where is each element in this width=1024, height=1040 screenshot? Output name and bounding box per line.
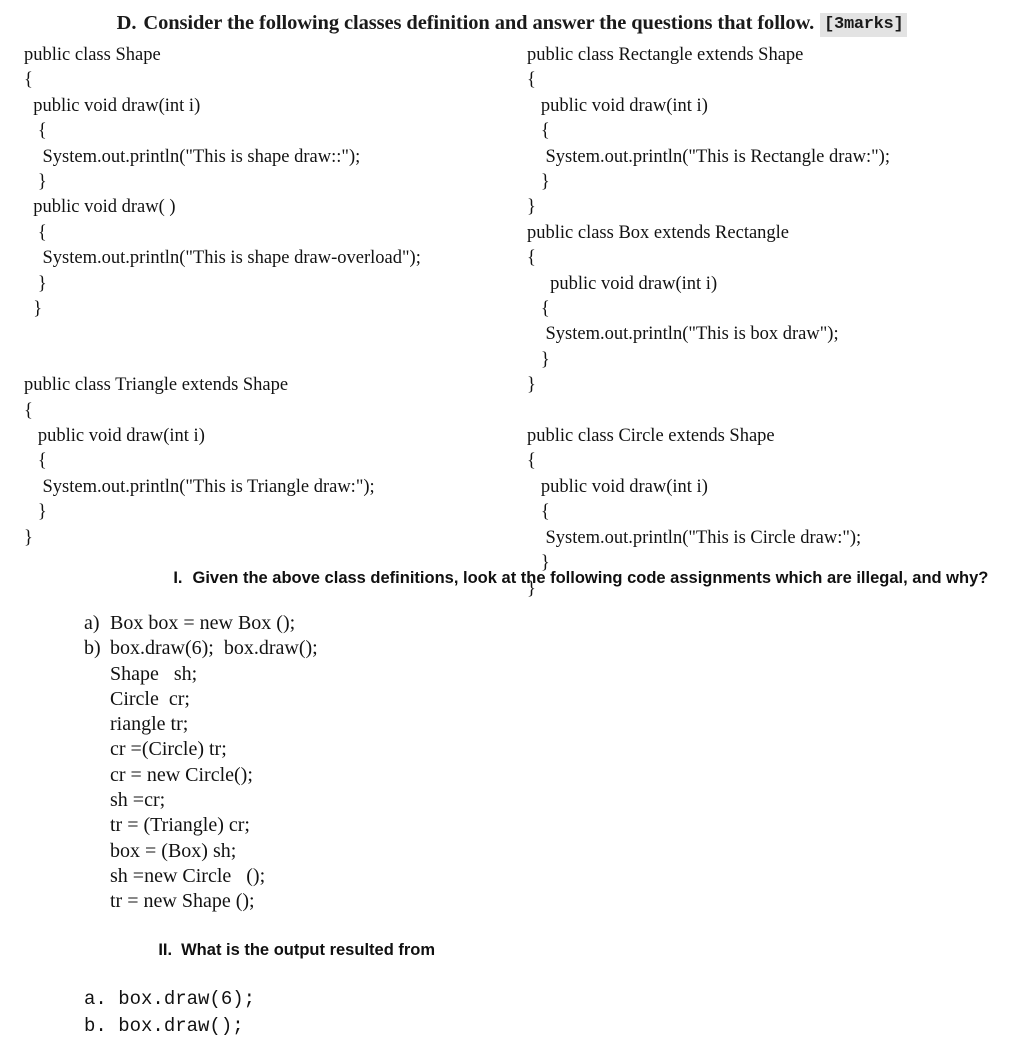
list-item: a) Box box = new Box (); [84, 611, 1024, 636]
code-line: System.out.println("This is Triangle dra… [24, 476, 375, 497]
section-letter: D. [116, 12, 137, 34]
list-item: sh =cr; [84, 788, 1024, 813]
code-line: public void draw(int i) [527, 273, 718, 294]
list-item-code: Box box = new Box (); [110, 612, 296, 634]
list-item-code: box = (Box) sh; [110, 839, 237, 862]
code-block-rectangle: public class Rectangle extends Shape { p… [527, 43, 1017, 221]
code-line: } [24, 299, 43, 320]
list-item: b) box.draw(6); box.draw(); [84, 636, 1024, 661]
list-item-code: sh =new Circle (); [110, 864, 266, 887]
code-line: } [527, 197, 536, 218]
code-line: } [527, 375, 536, 396]
code-line: public class Box extends Rectangle [527, 222, 790, 243]
code-line: System.out.println("This is shape draw::… [24, 146, 361, 167]
code-line: { [527, 248, 536, 269]
code-line: { [24, 222, 47, 243]
code-line: public class Rectangle extends Shape [527, 45, 804, 65]
code-line: { [527, 451, 536, 472]
code-line: System.out.println("This is shape draw-o… [24, 248, 421, 269]
code-line: { [24, 121, 47, 142]
list-item-code: tr = new Shape (); [110, 890, 255, 913]
code-line: { [24, 400, 33, 421]
list-item: sh =new Circle (); [84, 864, 1024, 889]
code-line: public class Shape [24, 45, 161, 65]
output-question-list: a. box.draw(6); b. box.draw(); [0, 986, 1024, 1040]
code-line: } [24, 273, 47, 294]
page-title: D. Consider the following classes definit… [0, 0, 1024, 43]
code-line: System.out.println("This is Rectangle dr… [527, 146, 890, 167]
question-two-text: What is the output resulted from [181, 940, 436, 959]
list-item: cr =(Circle) tr; [84, 737, 1024, 762]
list-item-marker: a) [84, 612, 100, 634]
code-column-right: public class Rectangle extends Shape { p… [527, 43, 1017, 602]
questions-section: I. Given the above class definitions, loo… [0, 545, 1024, 1040]
marks-badge: [3marks] [820, 13, 908, 37]
code-line: public void draw(int i) [527, 476, 708, 497]
code-line: public void draw( ) [24, 197, 176, 218]
question-one-text: Given the above class definitions, look … [192, 569, 989, 587]
assignment-list: a) Box box = new Box (); b) box.draw(6); b… [0, 611, 1024, 915]
code-block-triangle: public class Triangle extends Shape { pu… [24, 373, 514, 551]
code-line: public class Circle extends Shape [527, 426, 775, 447]
list-item: cr = new Circle(); [84, 763, 1024, 788]
code-block-box: public class Box extends Rectangle { pub… [527, 221, 1017, 399]
list-item: Circle cr; [84, 687, 1024, 712]
question-one-heading: I. Given the above class definitions, loo… [0, 545, 1024, 611]
code-line: } [527, 349, 550, 370]
code-line: public void draw(int i) [527, 95, 708, 116]
list-item-code: tr = (Triangle) cr; [110, 814, 250, 837]
list-item-code: Shape sh; [110, 662, 198, 685]
code-line: { [527, 502, 550, 523]
question-two-heading: II. What is the output resulted from [0, 917, 1024, 983]
list-item-code: cr =(Circle) tr; [110, 738, 227, 761]
code-line: public void draw(int i) [24, 95, 201, 116]
list-item: box = (Box) sh; [84, 839, 1024, 864]
list-item: riangle tr; [84, 712, 1024, 737]
code-line: } [24, 172, 47, 193]
code-line: { [24, 70, 33, 91]
list-item: a. box.draw(6); [84, 987, 256, 1010]
code-line: { [527, 70, 536, 91]
code-line: public class Triangle extends Shape [24, 375, 289, 396]
page-title-text: Consider the following classes definitio… [143, 12, 815, 34]
list-item-marker: b) [84, 637, 101, 660]
question-two-numeral: II. [158, 940, 173, 959]
list-item: Shape sh; [84, 662, 1024, 687]
code-listing-area: public class Shape { public void draw(in… [0, 43, 1024, 599]
code-line: { [527, 121, 550, 142]
code-line: public void draw(int i) [24, 426, 205, 447]
code-line: { [24, 451, 47, 472]
code-line: { [527, 299, 550, 320]
question-one-numeral: I. [173, 569, 183, 587]
code-column-left: public class Shape { public void draw(in… [24, 43, 514, 551]
list-item: b. box.draw(); [84, 1014, 244, 1037]
list-item-code: riangle tr; [110, 713, 189, 736]
list-item-code: Circle cr; [110, 687, 190, 710]
code-line: } [24, 502, 47, 523]
list-item-code: box.draw(6); box.draw(); [110, 637, 318, 660]
code-block-shape: public class Shape { public void draw(in… [24, 43, 514, 322]
code-line: } [527, 172, 550, 193]
code-line: System.out.println("This is box draw"); [527, 324, 839, 345]
list-item: tr = new Shape (); [84, 889, 1024, 914]
list-item-code: cr = new Circle(); [110, 763, 253, 786]
list-item: tr = (Triangle) cr; [84, 813, 1024, 838]
list-item-code: sh =cr; [110, 789, 166, 812]
